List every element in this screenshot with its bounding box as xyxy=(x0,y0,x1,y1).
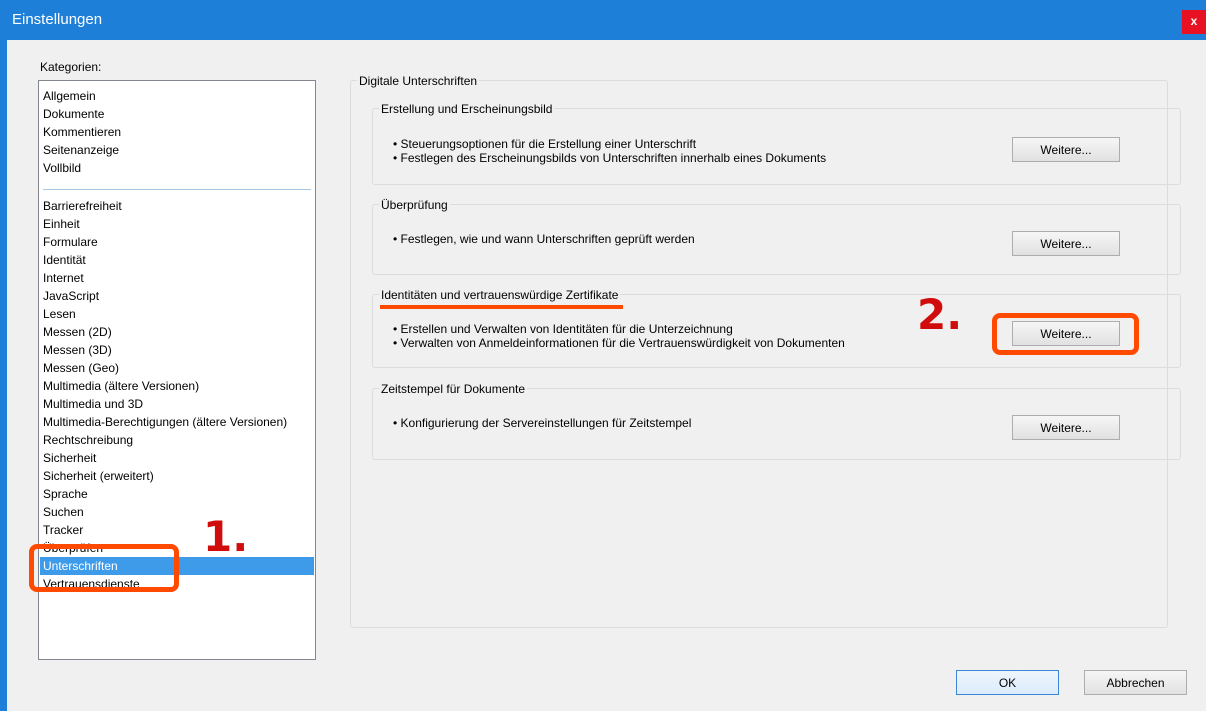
group-title-digital-signatures: Digitale Unterschriften xyxy=(357,74,480,88)
category-item-kommentieren[interactable]: Kommentieren xyxy=(43,123,121,141)
category-item-javascript[interactable]: JavaScript xyxy=(43,287,99,305)
cancel-button[interactable]: Abbrechen xyxy=(1084,670,1187,695)
section-identities-bullet-1: • Erstellen und Verwalten von Identitäte… xyxy=(393,322,733,336)
category-item-multimedia-berechtigungen[interactable]: Multimedia-Berechtigungen (ältere Versio… xyxy=(43,413,287,431)
window-title: Einstellungen xyxy=(12,11,103,28)
category-item-internet[interactable]: Internet xyxy=(43,269,84,287)
section-verification-title: Überprüfung xyxy=(379,198,450,212)
category-item-suchen[interactable]: Suchen xyxy=(43,503,84,521)
category-item-multimedia-aeltere[interactable]: Multimedia (ältere Versionen) xyxy=(43,377,199,395)
category-item-sicherheit[interactable]: Sicherheit xyxy=(43,449,96,467)
section-timestamp-bullet-1: • Konfigurierung der Servereinstellungen… xyxy=(393,416,692,430)
category-item-messen-2d[interactable]: Messen (2D) xyxy=(43,323,112,341)
close-button[interactable]: x xyxy=(1182,10,1206,34)
category-item-sicherheit-erweitert[interactable]: Sicherheit (erweitert) xyxy=(43,467,154,485)
verification-more-button[interactable]: Weitere... xyxy=(1012,231,1120,256)
category-item-tracker[interactable]: Tracker xyxy=(43,521,83,539)
annotation-step-1: 1. xyxy=(203,512,249,561)
section-creation-bullet-2: • Festlegen des Erscheinungsbilds von Un… xyxy=(393,151,827,165)
ok-button[interactable]: OK xyxy=(956,670,1059,695)
category-item-rechtschreibung[interactable]: Rechtschreibung xyxy=(43,431,133,449)
timestamp-more-button[interactable]: Weitere... xyxy=(1012,415,1120,440)
category-item-lesen[interactable]: Lesen xyxy=(43,305,76,323)
categories-label: Kategorien: xyxy=(40,60,102,74)
category-item-vollbild[interactable]: Vollbild xyxy=(43,159,81,177)
category-item-einheit[interactable]: Einheit xyxy=(43,215,80,233)
annotation-highlight-signatures xyxy=(29,544,179,592)
category-item-dokumente[interactable]: Dokumente xyxy=(43,105,104,123)
section-timestamp-title: Zeitstempel für Dokumente xyxy=(379,382,528,396)
creation-more-button[interactable]: Weitere... xyxy=(1012,137,1120,162)
category-item-multimedia-3d[interactable]: Multimedia und 3D xyxy=(43,395,143,413)
section-creation-title: Erstellung und Erscheinungsbild xyxy=(379,102,555,116)
category-item-barrierefreiheit[interactable]: Barrierefreiheit xyxy=(43,197,122,215)
category-item-messen-3d[interactable]: Messen (3D) xyxy=(43,341,112,359)
title-bar: Einstellungen x xyxy=(0,0,1206,40)
category-item-identitaet[interactable]: Identität xyxy=(43,251,86,269)
category-item-formulare[interactable]: Formulare xyxy=(43,233,98,251)
category-separator xyxy=(43,189,311,190)
annotation-underline-identities xyxy=(380,305,623,309)
section-identities-bullet-2: • Verwalten von Anmeldeinformationen für… xyxy=(393,336,845,350)
section-verification-bullet-1: • Festlegen, wie und wann Unterschriften… xyxy=(393,232,695,246)
settings-dialog: Einstellungen x Kategorien: Allgemein Do… xyxy=(0,0,1206,711)
section-creation-bullet-1: • Steuerungsoptionen für die Erstellung … xyxy=(393,137,697,151)
category-item-sprache[interactable]: Sprache xyxy=(43,485,88,503)
dialog-client-area: Kategorien: Allgemein Dokumente Kommenti… xyxy=(7,40,1206,711)
section-identities-title: Identitäten und vertrauenswürdige Zertif… xyxy=(379,288,621,302)
category-item-messen-geo[interactable]: Messen (Geo) xyxy=(43,359,119,377)
annotation-highlight-more-button xyxy=(992,313,1139,355)
annotation-step-2: 2. xyxy=(917,290,963,339)
category-item-seitenanzeige[interactable]: Seitenanzeige xyxy=(43,141,119,159)
category-item-allgemein[interactable]: Allgemein xyxy=(43,87,96,105)
